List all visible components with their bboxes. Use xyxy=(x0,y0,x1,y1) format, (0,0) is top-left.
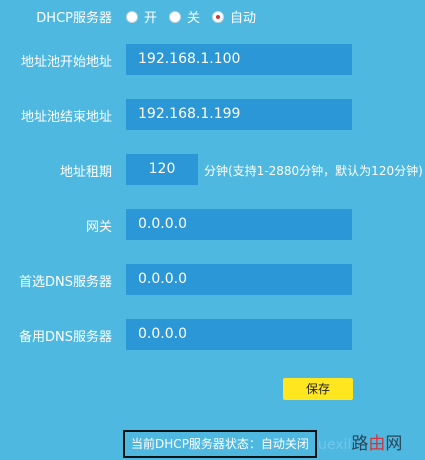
dhcp-server-options: 开 关 自动 xyxy=(126,7,268,26)
pool-end-label: 地址池结束地址 xyxy=(20,110,112,125)
lease-input[interactable]: 120 xyxy=(126,154,198,185)
watermark-char-3: 网 xyxy=(385,434,403,454)
dns-primary-row: 首选DNS服务器 0.0.0.0 xyxy=(0,264,425,295)
pool-start-row: 地址池开始地址 192.168.1.100 xyxy=(0,44,425,75)
save-button[interactable]: 保存 xyxy=(283,378,353,400)
radio-off-icon[interactable] xyxy=(169,10,182,23)
dns-secondary-input[interactable]: 0.0.0.0 xyxy=(126,319,352,350)
dns-secondary-label: 备用DNS服务器 xyxy=(19,330,112,345)
watermark-faint: uexil xyxy=(318,437,352,453)
dhcp-server-row: DHCP服务器 开 关 自动 xyxy=(0,0,425,30)
pool-end-input[interactable]: 192.168.1.199 xyxy=(126,99,352,130)
pool-end-row: 地址池结束地址 192.168.1.199 xyxy=(0,99,425,130)
pool-start-label: 地址池开始地址 xyxy=(20,55,112,70)
dhcp-status: 当前DHCP服务器状态：自动关闭 xyxy=(123,430,317,458)
gateway-label: 网关 xyxy=(85,220,112,235)
dns-secondary-row: 备用DNS服务器 0.0.0.0 xyxy=(0,319,425,350)
dhcp-option-off-label: 关 xyxy=(187,11,201,26)
radio-on-icon[interactable] xyxy=(126,10,138,23)
dhcp-option-auto-label: 自动 xyxy=(230,11,257,26)
radio-auto-icon[interactable] xyxy=(212,10,225,23)
dhcp-option-auto[interactable]: 自动 xyxy=(212,7,256,26)
lease-label: 地址租期 xyxy=(59,165,112,180)
dhcp-option-on-label: 开 xyxy=(144,11,158,26)
dns-primary-label: 首选DNS服务器 xyxy=(19,275,112,290)
watermark-char-2: 由 xyxy=(368,434,386,454)
gateway-row: 网关 0.0.0.0 xyxy=(0,209,425,240)
dhcp-option-on[interactable]: 开 xyxy=(126,7,157,26)
pool-start-input[interactable]: 192.168.1.100 xyxy=(126,44,352,75)
watermark-char-1: 路 xyxy=(351,434,369,454)
watermark: uexil路由网 xyxy=(318,432,402,456)
gateway-input[interactable]: 0.0.0.0 xyxy=(126,209,352,240)
lease-row: 地址租期 120 分钟(支持1-2880分钟，默认为120分钟) xyxy=(0,154,425,185)
dns-primary-input[interactable]: 0.0.0.0 xyxy=(126,264,352,295)
lease-hint: 分钟(支持1-2880分钟，默认为120分钟) xyxy=(204,164,423,178)
dhcp-option-off[interactable]: 关 xyxy=(169,7,200,26)
dhcp-server-label: DHCP服务器 xyxy=(36,11,112,26)
